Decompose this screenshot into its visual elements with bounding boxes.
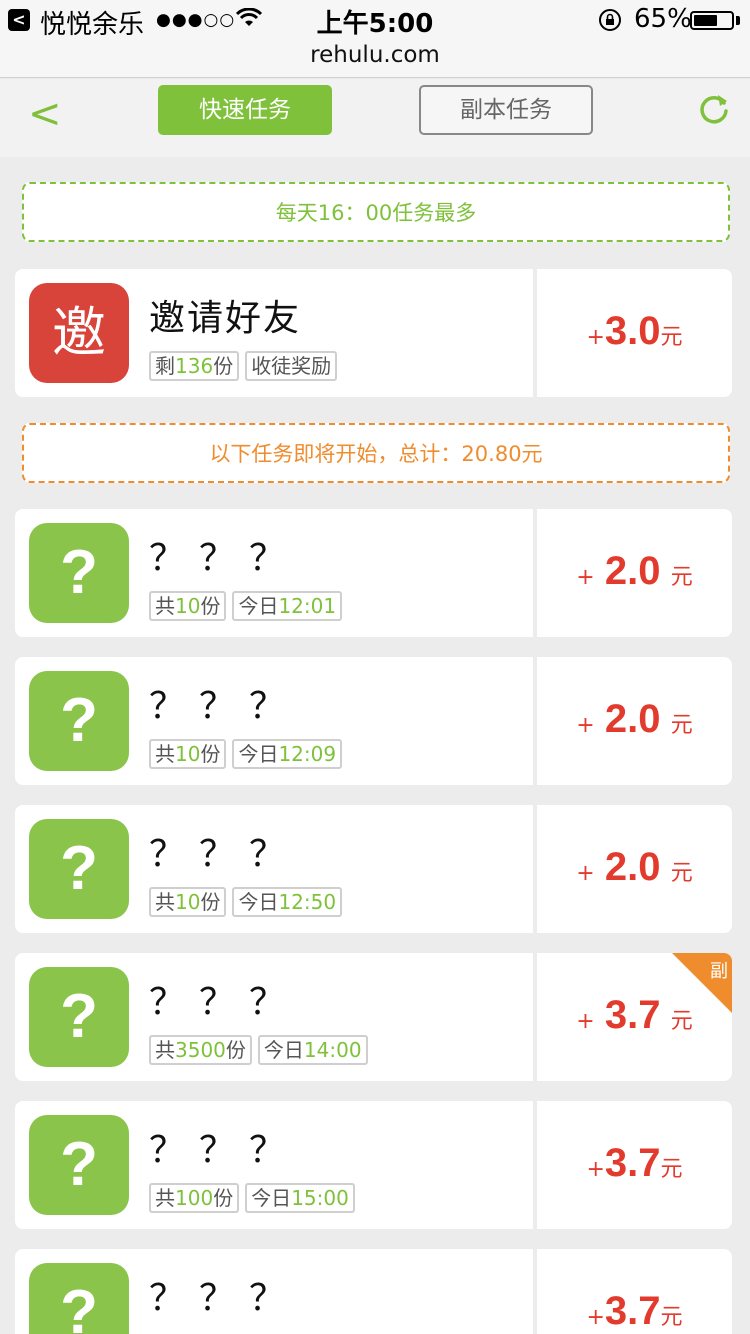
task-time-tag: 今日14:00 <box>257 1035 368 1065</box>
reward-plus: + <box>576 1009 595 1034</box>
rotation-lock-icon <box>599 9 621 31</box>
reward-unit: 元 <box>660 325 683 350</box>
tab-copy-tasks[interactable]: 副本任务 <box>419 85 593 135</box>
task-tags: 共10份 今日12:09 <box>149 739 348 771</box>
unknown-task-icon: ? <box>29 1115 129 1215</box>
task-time-tag: 今日15:00 <box>245 1183 355 1213</box>
invite-title: 邀请好友 <box>149 298 302 339</box>
reward-unit: 元 <box>670 565 693 590</box>
unknown-task-icon: ? <box>29 1263 129 1334</box>
task-tags: 共10份 今日12:01 <box>149 591 348 623</box>
invite-icon: 邀 <box>29 283 129 383</box>
task-reward: +3.7元 <box>537 1249 732 1334</box>
task-time-tag: 今日12:01 <box>232 591 343 621</box>
battery-icon <box>690 11 734 30</box>
tab-fast-tasks[interactable]: 快速任务 <box>158 85 332 135</box>
remaining-tag: 剩136份 <box>149 351 240 381</box>
task-time-tag: 今日12:09 <box>232 739 343 769</box>
task-card[interactable]: ? ？？？ 共10份 今日12:01 + 2.0 元 <box>15 509 732 637</box>
task-tags: 共100份 今日15:00 <box>149 1183 361 1215</box>
refresh-icon[interactable] <box>696 91 732 127</box>
reward-plus: + <box>586 325 605 350</box>
task-card[interactable]: ? ？？？ +3.7元 <box>15 1249 732 1334</box>
upcoming-tasks-banner: 以下任务即将开始，总计：20.80元 <box>22 423 730 483</box>
reward-unit: 元 <box>670 861 693 886</box>
battery-percentage: 65% <box>634 4 692 34</box>
reward-plus: + <box>576 565 595 590</box>
task-title: ？？？ <box>149 834 300 875</box>
task-title: ？？？ <box>149 538 300 579</box>
reward-value: 2.0 <box>604 549 661 593</box>
task-title: ？？？ <box>149 1130 300 1171</box>
task-card[interactable]: ?？？？ 共3500份 今日14:00 + 3.7 元副 <box>15 953 732 1081</box>
reward-plus: + <box>586 1305 605 1330</box>
reward-value: 2.0 <box>604 697 661 741</box>
status-bar: < 悦悦余乐 ●●●○○ 上午5:00 65% <box>0 0 750 40</box>
task-card[interactable]: ? ？？？ 共100份 今日15:00 +3.7元 <box>15 1101 732 1229</box>
task-card[interactable]: ? ？？？ 共10份 今日12:50 + 2.0 元 <box>15 805 732 933</box>
task-title: ？？？ <box>149 982 300 1023</box>
reward-plus: + <box>586 1157 605 1182</box>
battery-tip <box>736 16 740 25</box>
back-chevron-icon[interactable]: < <box>28 91 62 137</box>
daily-peak-banner: 每天16：00任务最多 <box>22 182 730 242</box>
invite-reward: +3.0元 <box>537 269 732 397</box>
reward-value: 3.0 <box>604 309 661 353</box>
reward-plus: + <box>576 713 595 738</box>
task-title: ？？？ <box>149 1278 300 1319</box>
task-count-tag: 共3500份 <box>149 1035 252 1065</box>
unknown-task-icon: ? <box>29 967 129 1067</box>
unknown-task-icon: ? <box>29 523 129 623</box>
task-card[interactable]: ? ？？？ 共10份 今日12:09 + 2.0 元 <box>15 657 732 785</box>
task-tags: 共10份 今日12:50 <box>149 887 348 919</box>
unknown-task-icon: ? <box>29 819 129 919</box>
invite-friends-card[interactable]: 邀 邀请好友 剩136份 收徒奖励 +3.0元 <box>15 269 732 397</box>
reward-value: 2.0 <box>604 845 661 889</box>
task-reward: + 2.0 元 <box>537 509 732 637</box>
reward-unit: 元 <box>660 1157 683 1182</box>
apprentice-reward-tag: 收徒奖励 <box>245 351 338 381</box>
task-tags: 共3500份 今日14:00 <box>149 1035 374 1067</box>
task-count-tag: 共10份 <box>149 887 227 917</box>
task-title: ？？？ <box>149 686 300 727</box>
top-nav: < 快速任务 副本任务 <box>0 79 750 157</box>
reward-value: 3.7 <box>604 993 661 1037</box>
task-reward: +3.7元 <box>537 1101 732 1229</box>
copy-task-corner-badge: 副 <box>672 953 732 1013</box>
reward-value: 3.7 <box>604 1141 661 1185</box>
task-count-tag: 共10份 <box>149 739 227 769</box>
reward-unit: 元 <box>660 1305 683 1330</box>
unknown-task-icon: ? <box>29 671 129 771</box>
task-reward: + 2.0 元 <box>537 657 732 785</box>
reward-plus: + <box>576 861 595 886</box>
url-bar[interactable]: rehulu.com <box>0 40 750 78</box>
task-count-tag: 共10份 <box>149 591 227 621</box>
task-reward: + 2.0 元 <box>537 805 732 933</box>
reward-value: 3.7 <box>604 1289 661 1333</box>
task-time-tag: 今日12:50 <box>232 887 343 917</box>
invite-tags: 剩136份 收徒奖励 <box>149 351 343 383</box>
battery-level <box>694 15 717 26</box>
reward-unit: 元 <box>670 713 693 738</box>
task-count-tag: 共100份 <box>149 1183 240 1213</box>
